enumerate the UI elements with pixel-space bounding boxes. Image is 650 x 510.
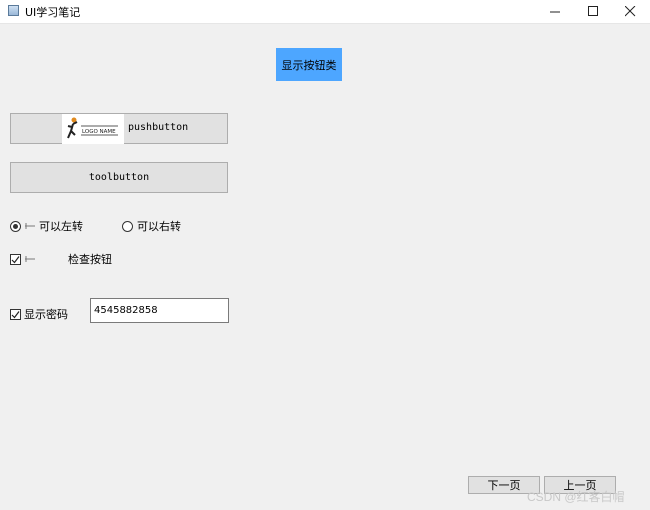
checkmark-icon (11, 255, 20, 263)
arrow-icon (25, 223, 35, 229)
maximize-button[interactable] (575, 0, 611, 23)
show-button-classes-button[interactable]: 显示按钮类 (276, 48, 342, 81)
radio-right-label: 可以右转 (137, 220, 181, 233)
password-field[interactable]: 4545882858 (90, 298, 229, 323)
maximize-icon (587, 6, 598, 16)
radio-turn-right[interactable]: 可以右转 (122, 218, 181, 234)
watermark: CSDN @红客白帽 (527, 490, 625, 504)
check-button-label: 检查按钮 (68, 253, 112, 266)
tool-button-label: toolbutton (88, 172, 150, 183)
radio-turn-left[interactable]: 可以左转 (10, 218, 83, 234)
logo-image: LOGO NAME (62, 114, 124, 144)
minimize-icon (549, 11, 560, 13)
checkbox-indicator[interactable] (10, 253, 21, 265)
checkbox-indicator[interactable] (10, 308, 21, 320)
checkmark-icon (11, 310, 20, 318)
radio-left-label: 可以左转 (39, 220, 83, 233)
arrow-icon (25, 256, 35, 262)
logo-text: LOGO NAME (82, 129, 116, 135)
show-password-label: 显示密码 (24, 308, 68, 321)
show-button-label: 显示按钮类 (281, 58, 337, 72)
minimize-button[interactable] (537, 0, 573, 23)
app-window-icon (8, 5, 19, 16)
close-icon (624, 6, 635, 17)
title-bar: UI学习笔记 (0, 0, 650, 24)
show-password-checkbox[interactable]: 显示密码 (10, 306, 68, 322)
check-button-checkbox[interactable]: 检查按钮 (10, 251, 112, 267)
radio-indicator-checked[interactable] (10, 220, 21, 232)
basketball-player-logo-icon: LOGO NAME (67, 117, 118, 139)
next-page-label: 下一页 (487, 479, 521, 492)
radio-indicator-unchecked[interactable] (122, 220, 133, 232)
push-button[interactable]: LOGO NAME pushbutton (10, 113, 228, 144)
tool-button[interactable]: toolbutton (10, 162, 228, 193)
close-button[interactable] (612, 0, 648, 23)
push-button-label: pushbutton (128, 122, 189, 133)
window-title: UI学习笔记 (25, 6, 81, 19)
